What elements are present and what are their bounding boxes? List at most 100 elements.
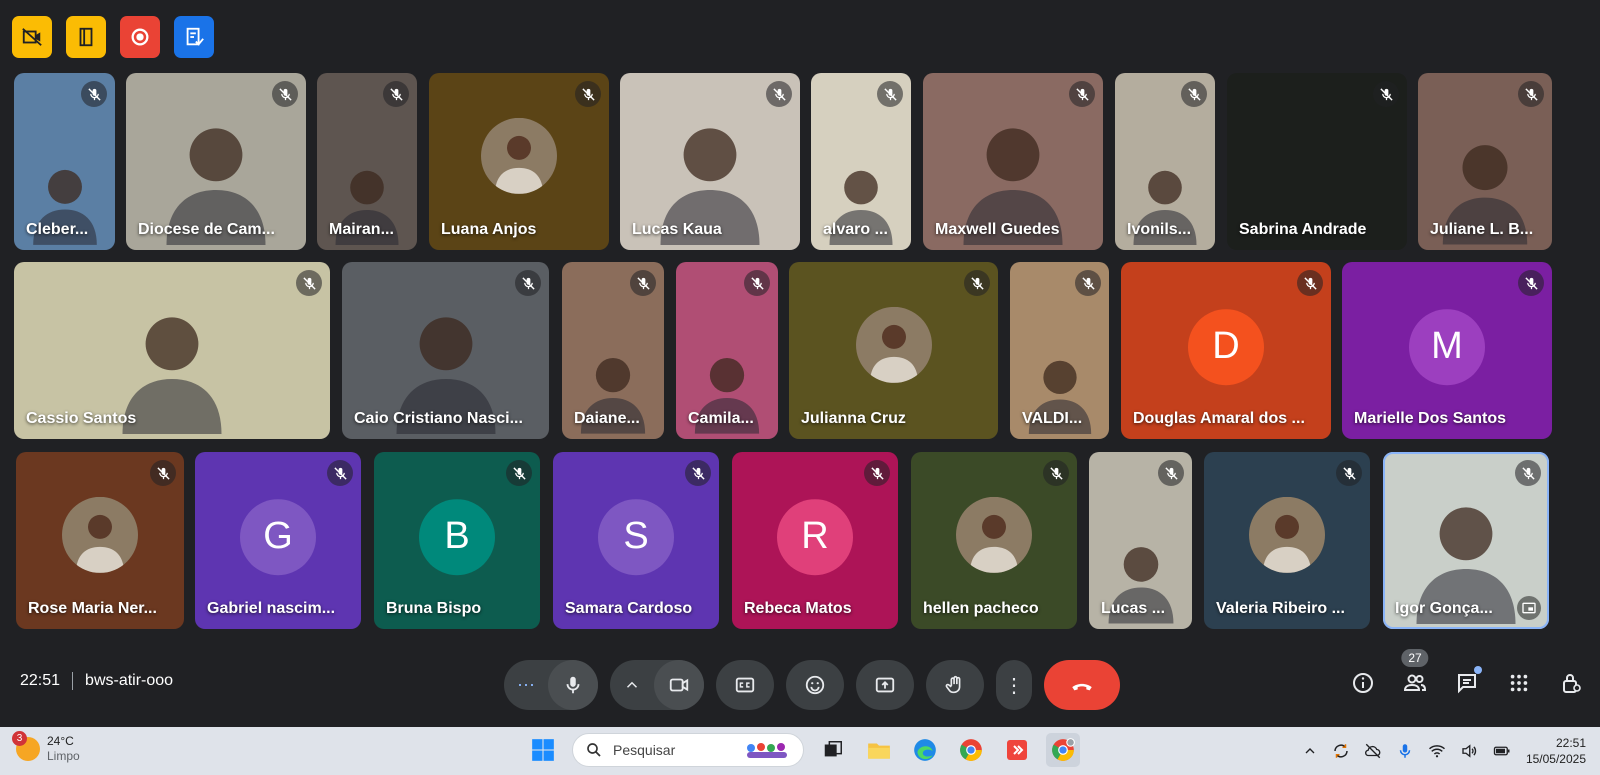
reactions-button[interactable]	[786, 660, 844, 710]
hand-icon	[945, 675, 961, 694]
participant-tile[interactable]: Camila...	[676, 262, 778, 439]
microphone-button[interactable]	[548, 660, 598, 710]
end-call-button[interactable]	[1044, 660, 1120, 710]
participant-grid: Cleber... Diocese de Cam... Mairan... Luana…	[0, 0, 1600, 645]
picture-in-picture-icon[interactable]	[1517, 596, 1541, 620]
emoji-icon	[805, 675, 825, 695]
participant-name: Juliane L. B...	[1430, 221, 1534, 238]
chevron-up-icon[interactable]	[1302, 743, 1318, 759]
call-controls: ⋯ ⋮	[504, 660, 1120, 710]
muted-mic-indicator	[964, 270, 990, 296]
muted-mic-indicator	[1336, 460, 1362, 486]
muted-mic-indicator	[1043, 460, 1069, 486]
participant-count: 27	[1401, 649, 1429, 667]
muted-mic-indicator	[685, 460, 711, 486]
meeting-time: 22:51	[20, 672, 61, 689]
participant-name: Maxwell Guedes	[935, 221, 1060, 238]
participant-tile[interactable]: S Samara Cardoso	[553, 452, 719, 629]
start-button[interactable]	[526, 733, 560, 767]
camera-group	[610, 660, 704, 710]
participant-tile[interactable]: Caio Cristiano Nasci...	[342, 262, 549, 439]
activities-button[interactable]	[1506, 668, 1532, 698]
muted-mic-indicator	[515, 270, 541, 296]
more-options-button[interactable]: ⋮	[996, 660, 1032, 710]
participant-tile[interactable]: Lucas ...	[1089, 452, 1192, 629]
chat-button[interactable]	[1454, 666, 1482, 698]
audio-options-button[interactable]: ⋯	[504, 660, 548, 710]
camera-button[interactable]	[654, 660, 704, 710]
meeting-details-button[interactable]	[1350, 668, 1376, 698]
present-screen-icon	[875, 677, 895, 693]
chrome-button[interactable]	[954, 733, 988, 767]
video-options-button[interactable]	[610, 660, 654, 710]
captions-icon	[735, 677, 755, 693]
mic-off-icon	[1342, 466, 1356, 480]
mic-group: ⋯	[504, 660, 598, 710]
sync-icon[interactable]	[1332, 742, 1350, 760]
participant-tile[interactable]: Rose Maria Ner...	[16, 452, 184, 629]
meeting-code[interactable]: bws-atir-ooo	[85, 672, 173, 690]
host-controls-button[interactable]	[1558, 668, 1584, 698]
raise-hand-button[interactable]	[926, 660, 984, 710]
mic-off-icon	[1075, 87, 1089, 101]
mic-off-icon	[870, 466, 884, 480]
participant-tile[interactable]: Valeria Ribeiro ...	[1204, 452, 1370, 629]
participant-tile[interactable]: D Douglas Amaral dos ...	[1121, 262, 1331, 439]
participant-tile[interactable]: M Marielle Dos Santos	[1342, 262, 1552, 439]
participant-tile[interactable]: Mairan...	[317, 73, 417, 250]
participant-tile[interactable]: hellen pacheco	[911, 452, 1077, 629]
participant-profile-photo	[956, 496, 1032, 573]
participant-tile[interactable]: Diocese de Cam...	[126, 73, 306, 250]
participant-tile[interactable]: alvaro ...	[811, 73, 911, 250]
participant-initial-avatar: M	[1409, 308, 1485, 385]
mic-off-icon	[772, 87, 786, 101]
camera-icon	[669, 678, 689, 692]
participant-tile[interactable]: Julianna Cruz	[789, 262, 998, 439]
edge-button[interactable]	[908, 733, 942, 767]
participant-profile-photo	[62, 496, 138, 573]
participant-profile-photo	[1249, 496, 1325, 573]
task-view-button[interactable]	[816, 733, 850, 767]
participant-tile[interactable]: Ivonils...	[1115, 73, 1215, 250]
muted-mic-indicator	[877, 81, 903, 107]
system-clock[interactable]: 22:51 15/05/2025	[1526, 735, 1586, 767]
mic-off-icon	[512, 466, 526, 480]
participant-tile[interactable]: B Bruna Bispo	[374, 452, 540, 629]
file-explorer-button[interactable]	[862, 733, 896, 767]
chrome-profile-button[interactable]	[1046, 733, 1080, 767]
taskbar-search[interactable]: Pesquisar	[572, 733, 804, 767]
volume-icon[interactable]	[1460, 742, 1478, 760]
anydesk-button[interactable]	[1000, 733, 1034, 767]
participant-tile[interactable]: Lucas Kaua	[620, 73, 800, 250]
participant-tile[interactable]: R Rebeca Matos	[732, 452, 898, 629]
wifi-icon[interactable]	[1428, 742, 1446, 760]
participant-tile[interactable]: Daiane...	[562, 262, 664, 439]
participant-tile[interactable]: Cleber...	[14, 73, 115, 250]
present-button[interactable]	[856, 660, 914, 710]
mic-off-icon	[389, 87, 403, 101]
battery-icon[interactable]	[1492, 742, 1512, 760]
participant-name: Valeria Ribeiro ...	[1216, 600, 1345, 617]
side-panel-buttons: 27	[1350, 649, 1584, 698]
muted-mic-indicator	[1069, 81, 1095, 107]
participant-tile[interactable]: G Gabriel nascim...	[195, 452, 361, 629]
clock-time: 22:51	[1555, 736, 1586, 750]
mic-off-icon	[1303, 276, 1317, 290]
chat-icon	[1458, 674, 1476, 694]
muted-mic-indicator	[766, 81, 792, 107]
mic-off-icon	[1049, 466, 1063, 480]
participant-tile[interactable]: Sabrina Andrade	[1227, 73, 1407, 250]
weather-widget[interactable]: 3 24°C Limpo	[12, 731, 80, 764]
cloud-off-icon[interactable]	[1364, 742, 1382, 760]
people-button[interactable]: 27	[1401, 649, 1429, 698]
participant-tile[interactable]: Cassio Santos	[14, 262, 330, 439]
microphone-in-use-icon[interactable]	[1396, 742, 1414, 760]
participant-tile[interactable]: VALDI...	[1010, 262, 1109, 439]
participant-tile[interactable]: Luana Anjos	[429, 73, 609, 250]
participant-tile[interactable]: Maxwell Guedes	[923, 73, 1103, 250]
participant-tile[interactable]: Juliane L. B...	[1418, 73, 1552, 250]
participant-tile[interactable]: Igor Gonça...	[1383, 452, 1549, 629]
participant-name: Julianna Cruz	[801, 410, 906, 427]
taskbar-apps: Pesquisar	[526, 733, 1080, 767]
captions-button[interactable]	[716, 660, 774, 710]
